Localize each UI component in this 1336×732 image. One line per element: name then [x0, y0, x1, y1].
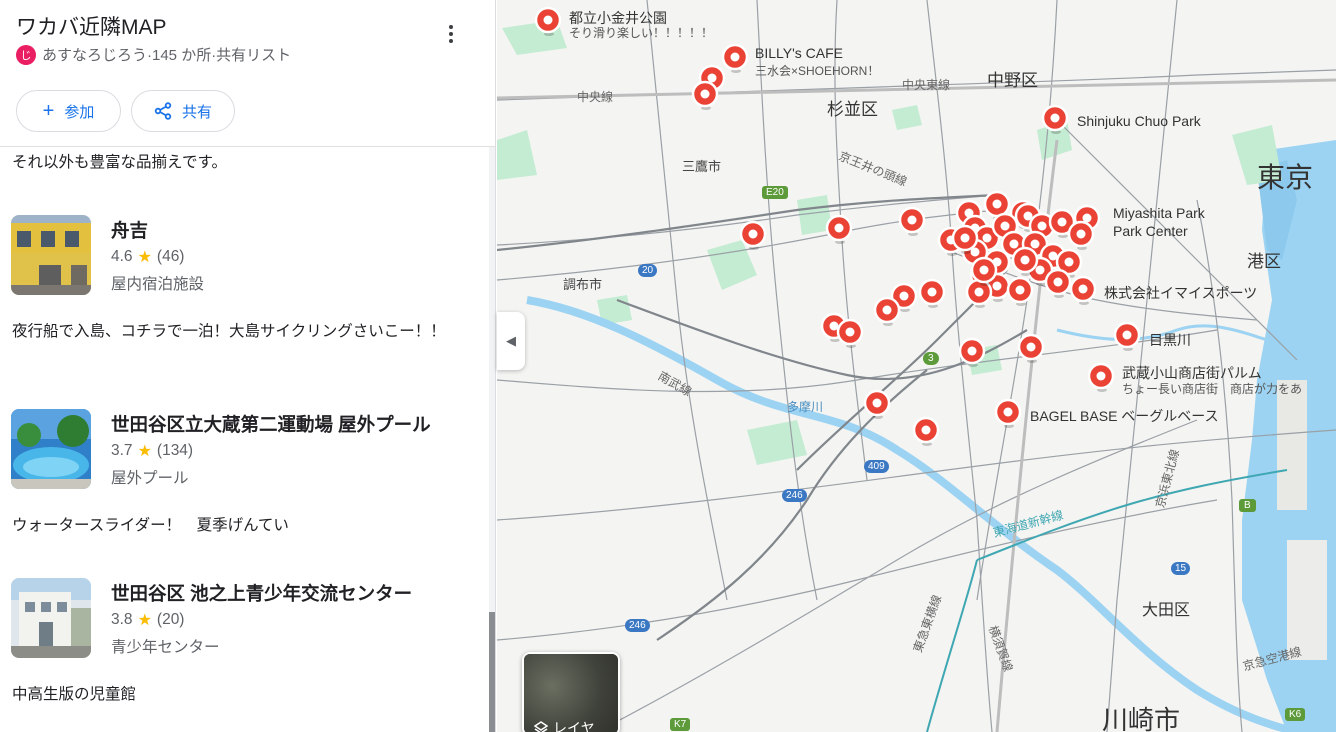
saved-place-pin[interactable]	[1044, 268, 1072, 298]
saved-place-pin[interactable]	[958, 337, 986, 367]
saved-list-panel: ワカバ近隣MAP じ あすなろじろう·145 か所·共有リスト + 参加 共有	[0, 0, 496, 732]
place-list: それ以外も豊富な品揃えです。 舟吉 4.6 ★ (46) 屋内宿泊施設 夜行船で…	[0, 147, 490, 732]
rating-value: 3.7	[111, 442, 133, 459]
saved-place-pin[interactable]	[898, 206, 926, 236]
star-icon: ★	[137, 249, 152, 266]
place-note: 中高生版の児童館	[12, 686, 137, 703]
plus-icon: +	[42, 100, 55, 122]
more-options-button[interactable]	[438, 20, 464, 48]
review-count: (46)	[156, 248, 185, 265]
owner-avatar[interactable]: じ	[16, 44, 36, 65]
place-rating: 3.7 ★ (134)	[111, 441, 193, 461]
place-category: 青少年センター	[111, 639, 220, 656]
saved-place-pin[interactable]	[1113, 321, 1141, 351]
star-icon: ★	[137, 443, 152, 460]
map-canvas[interactable]: 都立小金井公園 そり滑り楽しい！！！！！ BILLY's CAFE 三水会×SH…	[497, 0, 1336, 732]
layers-label-row: レイヤ	[534, 718, 595, 732]
saved-place-pin[interactable]	[534, 6, 562, 36]
dot-icon	[449, 32, 453, 36]
list-scrollbar-thumb[interactable]	[489, 612, 495, 732]
join-button[interactable]: + 参加	[16, 90, 121, 132]
saved-place-pin[interactable]	[1069, 275, 1097, 305]
join-label: 参加	[64, 103, 95, 121]
place-photo[interactable]	[11, 409, 91, 489]
place-note: 夜行船で入島、コチラで一泊！大島サイクリングさいこー！！	[12, 323, 446, 340]
saved-place-pin[interactable]	[918, 278, 946, 308]
share-icon	[154, 102, 172, 120]
saved-place-pin[interactable]	[863, 389, 891, 419]
place-category: 屋外プール	[111, 470, 189, 487]
list-owner-info: あすなろじろう·145 か所·共有リスト	[42, 47, 292, 64]
place-name: 世田谷区 池之上青少年交流センター	[111, 583, 413, 604]
saved-place-pin[interactable]	[873, 296, 901, 326]
saved-place-pin[interactable]	[1017, 333, 1045, 363]
collapse-panel-button[interactable]: ◀	[497, 312, 525, 370]
place-note: ウォータースライダー！ 夏季げんてい	[12, 517, 289, 534]
list-header: ワカバ近隣MAP じ あすなろじろう·145 か所·共有リスト + 参加 共有	[0, 0, 495, 147]
list-title: ワカバ近隣MAP	[16, 16, 167, 39]
place-name: 世田谷区立大蔵第二運動場 屋外プール	[111, 414, 431, 435]
star-icon: ★	[137, 612, 152, 629]
saved-place-pin[interactable]	[721, 43, 749, 73]
place-name: 舟吉	[111, 220, 149, 241]
place-rating: 3.8 ★ (20)	[111, 610, 184, 630]
saved-place-pin[interactable]	[836, 318, 864, 348]
dot-icon	[449, 39, 453, 43]
place-category: 屋内宿泊施設	[111, 276, 205, 293]
list-item[interactable]: 舟吉 4.6 ★ (46) 屋内宿泊施設	[0, 215, 490, 299]
place-photo[interactable]	[11, 578, 91, 658]
share-button[interactable]: 共有	[131, 90, 235, 132]
layers-icon	[534, 721, 548, 732]
saved-place-pin[interactable]	[994, 398, 1022, 428]
saved-place-pin[interactable]	[1006, 276, 1034, 306]
pin-layer	[534, 6, 1141, 446]
chevron-left-icon: ◀	[506, 333, 516, 348]
review-count: (134)	[156, 442, 194, 459]
rating-value: 4.6	[111, 248, 133, 265]
review-count: (20)	[156, 611, 185, 628]
saved-place-pin[interactable]	[739, 220, 767, 250]
place-photo[interactable]	[11, 215, 91, 295]
saved-place-pin[interactable]	[691, 80, 719, 110]
rating-value: 3.8	[111, 611, 133, 628]
layers-label: レイヤ	[553, 720, 595, 732]
list-owner-row: じ あすなろじろう·145 か所·共有リスト	[16, 44, 291, 65]
dot-icon	[449, 25, 453, 29]
saved-place-pin[interactable]	[1087, 362, 1115, 392]
share-label: 共有	[181, 103, 212, 121]
saved-place-pin[interactable]	[825, 214, 853, 244]
place-note: それ以外も豊富な品揃えです。	[12, 154, 227, 171]
list-item[interactable]: 世田谷区 池之上青少年交流センター 3.8 ★ (20) 青少年センター	[0, 578, 490, 662]
saved-place-pin[interactable]	[912, 416, 940, 446]
saved-place-pin[interactable]	[1067, 220, 1095, 250]
layers-button[interactable]: レイヤ	[522, 652, 620, 732]
saved-place-pin[interactable]	[1041, 104, 1069, 134]
place-rating: 4.6 ★ (46)	[111, 247, 184, 267]
list-item[interactable]: 世田谷区立大蔵第二運動場 屋外プール 3.7 ★ (134) 屋外プール	[0, 409, 490, 493]
